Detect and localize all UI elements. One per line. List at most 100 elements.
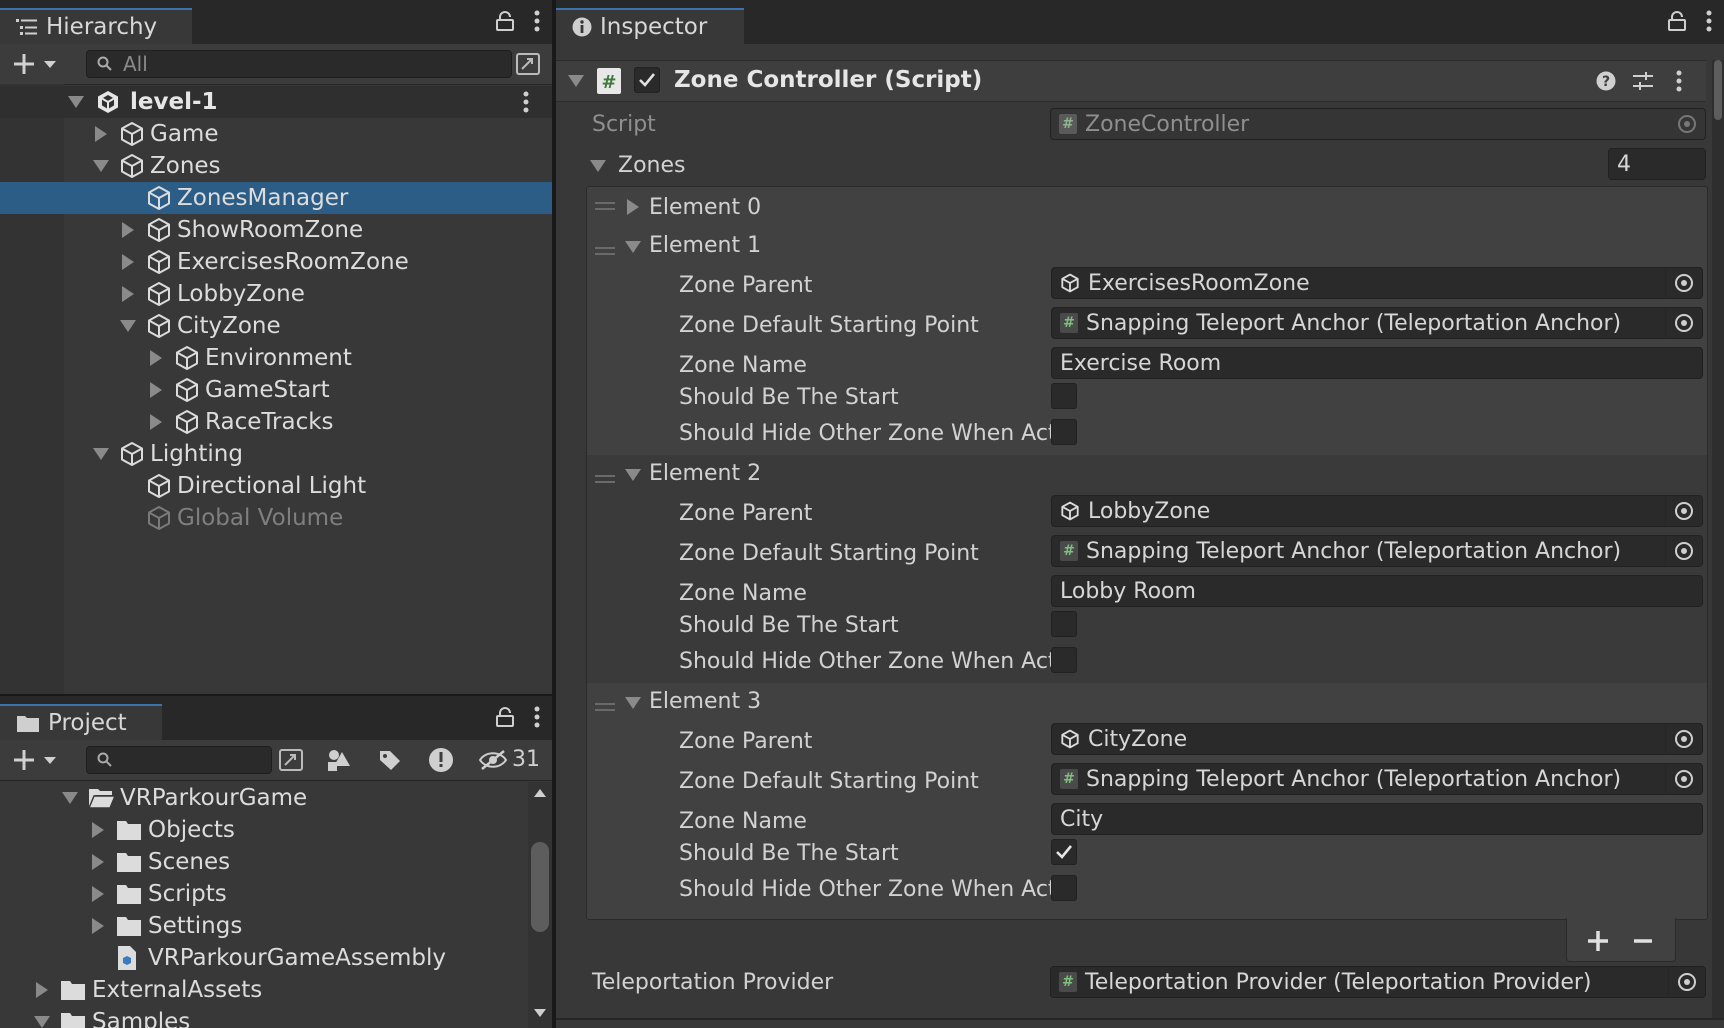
object-picker-icon[interactable] — [1665, 308, 1702, 338]
zones-foldout-icon[interactable] — [590, 160, 606, 172]
search-mode-icon[interactable] — [279, 749, 303, 771]
hierarchy-item-environment[interactable]: Environment — [0, 342, 552, 374]
collapse-arrow-icon[interactable] — [34, 1016, 50, 1028]
expand-arrow-icon[interactable] — [36, 982, 48, 998]
hierarchy-item-global-volume[interactable]: Global Volume — [0, 502, 552, 534]
expand-arrow-icon[interactable] — [150, 414, 162, 430]
filter-by-type-icon[interactable] — [326, 748, 352, 772]
element-foldout-icon[interactable] — [625, 241, 641, 253]
zone-parent-field[interactable]: CityZone — [1051, 723, 1703, 755]
add-dropdown-button[interactable] — [12, 748, 62, 772]
object-picker-icon[interactable] — [1665, 268, 1702, 298]
project-item-settings[interactable]: Settings — [0, 910, 528, 942]
hierarchy-item-cityzone[interactable]: CityZone — [0, 310, 552, 342]
component-more-icon[interactable] — [1676, 70, 1682, 92]
hierarchy-item-directional-light[interactable]: Directional Light — [0, 470, 552, 502]
scene-more-icon[interactable] — [523, 91, 529, 113]
hierarchy-item-lighting[interactable]: Lighting — [0, 438, 552, 470]
object-picker-icon[interactable] — [1665, 496, 1702, 526]
expand-arrow-icon[interactable] — [122, 286, 134, 302]
zone-name-input[interactable]: City — [1051, 803, 1703, 835]
expand-arrow-icon[interactable] — [122, 222, 134, 238]
hierarchy-item-zones[interactable]: Zones — [0, 150, 552, 182]
expand-arrow-icon[interactable] — [92, 918, 104, 934]
more-menu-icon[interactable] — [1706, 10, 1712, 32]
should-be-start-checkbox[interactable] — [1051, 839, 1077, 865]
should-be-start-checkbox[interactable] — [1051, 611, 1077, 637]
should-hide-checkbox[interactable] — [1051, 875, 1077, 901]
collapse-arrow-icon[interactable] — [120, 320, 136, 332]
element-foldout-icon[interactable] — [625, 469, 641, 481]
hierarchy-item-lobbyzone[interactable]: LobbyZone — [0, 278, 552, 310]
expand-arrow-icon[interactable] — [95, 126, 107, 142]
teleport-provider-field[interactable]: # Teleportation Provider (Teleportation … — [1050, 966, 1706, 998]
project-item-vrparkourgame[interactable]: VRParkourGame — [0, 782, 528, 814]
zones-count-field[interactable]: 4 — [1608, 148, 1706, 180]
warning-icon[interactable] — [428, 747, 454, 773]
starting-point-field[interactable]: # Snapping Teleport Anchor (Teleportation… — [1051, 307, 1703, 339]
project-search-input[interactable] — [86, 746, 272, 774]
component-enabled-checkbox[interactable] — [634, 67, 660, 93]
hierarchy-item-exercisesroomzone[interactable]: ExercisesRoomZone — [0, 246, 552, 278]
drag-handle-icon[interactable] — [595, 241, 615, 260]
add-element-button[interactable] — [1587, 930, 1609, 952]
expand-arrow-icon[interactable] — [92, 822, 104, 838]
hierarchy-item-zonesmanager[interactable]: ZonesManager — [0, 182, 552, 214]
drag-handle-icon[interactable] — [595, 469, 615, 488]
drag-handle-icon[interactable] — [595, 201, 615, 211]
collapse-arrow-icon[interactable] — [93, 160, 109, 172]
expand-arrow-icon[interactable] — [68, 96, 84, 108]
hierarchy-search-input[interactable]: All — [86, 50, 512, 78]
more-menu-icon[interactable] — [534, 10, 540, 32]
project-item-scenes[interactable]: Scenes — [0, 846, 528, 878]
remove-element-button[interactable] — [1633, 930, 1653, 952]
project-item-externalassets[interactable]: ExternalAssets — [0, 974, 528, 1006]
lock-icon[interactable] — [496, 707, 514, 727]
tab-hierarchy[interactable]: Hierarchy — [0, 8, 192, 44]
project-item-objects[interactable]: Objects — [0, 814, 528, 846]
should-be-start-checkbox[interactable] — [1051, 383, 1077, 409]
label-tag-icon[interactable] — [378, 749, 402, 771]
object-picker-icon[interactable] — [1665, 764, 1702, 794]
project-scrollbar[interactable] — [528, 782, 552, 1028]
zone-parent-field[interactable]: LobbyZone — [1051, 495, 1703, 527]
scene-row[interactable]: level-1 — [0, 86, 552, 118]
starting-point-field[interactable]: # Snapping Teleport Anchor (Teleportation… — [1051, 763, 1703, 795]
expand-arrow-icon[interactable] — [92, 886, 104, 902]
expand-arrow-icon[interactable] — [92, 854, 104, 870]
hierarchy-item-game[interactable]: Game — [0, 118, 552, 150]
hierarchy-item-gamestart[interactable]: GameStart — [0, 374, 552, 406]
element-0-row[interactable]: Element 0 — [587, 187, 1707, 227]
hidden-packages-icon[interactable] — [478, 749, 508, 771]
tab-project[interactable]: Project — [0, 704, 162, 740]
should-hide-checkbox[interactable] — [1051, 647, 1077, 673]
hierarchy-item-racetracks[interactable]: RaceTracks — [0, 406, 552, 438]
expand-arrow-icon[interactable] — [122, 254, 134, 270]
object-picker-icon[interactable] — [1668, 967, 1705, 997]
project-item-scripts[interactable]: Scripts — [0, 878, 528, 910]
tab-inspector[interactable]: Inspector — [556, 8, 744, 44]
should-hide-checkbox[interactable] — [1051, 419, 1077, 445]
zone-parent-field[interactable]: ExercisesRoomZone — [1051, 267, 1703, 299]
object-picker-icon[interactable] — [1665, 724, 1702, 754]
help-icon[interactable]: ? — [1596, 71, 1616, 91]
object-picker-icon[interactable] — [1665, 536, 1702, 566]
component-foldout-icon[interactable] — [568, 75, 584, 87]
zone-name-input[interactable]: Exercise Room — [1051, 347, 1703, 379]
inspector-scrollbar[interactable] — [1712, 60, 1724, 1020]
expand-arrow-icon[interactable] — [150, 350, 162, 366]
more-menu-icon[interactable] — [534, 706, 540, 728]
starting-point-field[interactable]: # Snapping Teleport Anchor (Teleportation… — [1051, 535, 1703, 567]
add-dropdown-button[interactable] — [12, 52, 62, 76]
search-mode-icon[interactable] — [516, 53, 540, 75]
presets-icon[interactable] — [1632, 71, 1654, 91]
lock-icon[interactable] — [1668, 11, 1686, 31]
zone-name-input[interactable]: Lobby Room — [1051, 575, 1703, 607]
collapse-arrow-icon[interactable] — [93, 448, 109, 460]
project-item-vrparkourgameassembly[interactable]: VRParkourGameAssembly — [0, 942, 528, 974]
lock-icon[interactable] — [496, 11, 514, 31]
project-item-samples[interactable]: Samples — [0, 1006, 528, 1028]
component-header[interactable]: # Zone Controller (Script) ? — [556, 60, 1706, 102]
element-0-foldout-icon[interactable] — [627, 199, 639, 215]
element-foldout-icon[interactable] — [625, 697, 641, 709]
